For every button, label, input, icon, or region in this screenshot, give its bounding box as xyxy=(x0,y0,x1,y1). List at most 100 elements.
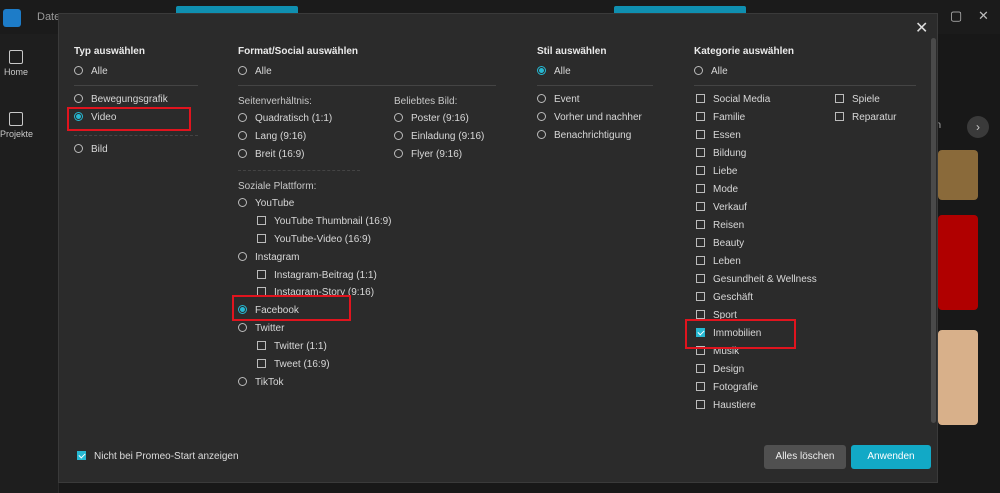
category-social-media[interactable]: Social Media xyxy=(696,93,770,107)
option-label: Bild xyxy=(91,144,108,155)
platform-sub-instagram-post[interactable]: Instagram-Beitrag (1:1) xyxy=(257,269,377,283)
category-sale[interactable]: Verkauf xyxy=(696,201,747,215)
category-food[interactable]: Essen xyxy=(696,129,741,143)
option-label: Social Media xyxy=(713,94,771,105)
radio-icon xyxy=(694,65,703,75)
aspect-option-tall[interactable]: Lang (9:16) xyxy=(238,130,306,144)
option-label: Design xyxy=(713,364,745,375)
popular-option-flyer[interactable]: Flyer (9:16) xyxy=(394,148,462,162)
category-pets[interactable]: Haustiere xyxy=(696,399,756,413)
radio-icon xyxy=(238,251,247,261)
radio-icon xyxy=(238,130,247,140)
category-travel[interactable]: Reisen xyxy=(696,219,744,233)
category-life[interactable]: Leben xyxy=(696,255,741,269)
scrollbar[interactable] xyxy=(931,38,936,423)
platform-sub-youtube-video[interactable]: YouTube-Video (16:9) xyxy=(257,233,371,247)
platform-sub-youtube-thumbnail[interactable]: YouTube Thumbnail (16:9) xyxy=(257,215,392,229)
type-option-image[interactable]: Bild xyxy=(74,143,108,157)
category-photography[interactable]: Fotografie xyxy=(696,381,758,395)
option-label: Verkauf xyxy=(713,202,747,213)
aspect-ratio-title: Seitenverhältnis: xyxy=(238,96,312,107)
close-icon[interactable]: ✕ xyxy=(915,21,928,37)
checkbox-icon xyxy=(696,147,705,157)
checkbox-icon xyxy=(696,111,705,121)
option-label: Alle xyxy=(554,66,571,77)
category-beauty[interactable]: Beauty xyxy=(696,237,744,251)
category-health[interactable]: Gesundheit & Wellness xyxy=(696,273,817,287)
platform-option-tiktok[interactable]: TikTok xyxy=(238,376,284,390)
option-label: Alle xyxy=(711,66,728,77)
platform-option-twitter[interactable]: Twitter xyxy=(238,322,284,336)
close-window-icon[interactable]: ✕ xyxy=(978,8,989,24)
aspect-option-square[interactable]: Quadratisch (1:1) xyxy=(238,112,332,126)
divider xyxy=(74,135,198,136)
format-option-all[interactable]: Alle xyxy=(238,65,272,79)
option-label: Instagram xyxy=(255,252,300,263)
radio-icon xyxy=(238,148,247,158)
divider xyxy=(694,85,916,86)
option-label: Haustiere xyxy=(713,400,756,411)
option-label: Bildung xyxy=(713,148,747,159)
platform-sub-tweet[interactable]: Tweet (16:9) xyxy=(257,358,330,372)
option-label: Twitter xyxy=(255,323,285,334)
category-business[interactable]: Geschäft xyxy=(696,291,753,305)
sidebar: Home Projekte xyxy=(0,34,59,493)
popular-option-poster[interactable]: Poster (9:16) xyxy=(394,112,469,126)
style-option-all[interactable]: Alle xyxy=(537,65,571,79)
style-option-event[interactable]: Event xyxy=(537,93,580,107)
option-label: Mode xyxy=(713,184,739,195)
startup-checkbox[interactable]: Nicht bei Promeo-Start anzeigen xyxy=(77,450,239,462)
apply-button[interactable]: Anwenden xyxy=(851,445,931,469)
radio-icon xyxy=(238,112,247,122)
checkbox-icon xyxy=(696,165,705,175)
category-repair[interactable]: Reparatur xyxy=(835,111,896,125)
type-option-all[interactable]: Alle xyxy=(74,65,108,79)
startup-checkbox-label: Nicht bei Promeo-Start anzeigen xyxy=(94,451,239,462)
option-label: Geschäft xyxy=(713,292,754,303)
radio-icon xyxy=(537,129,546,139)
aspect-option-wide[interactable]: Breit (16:9) xyxy=(238,148,304,162)
option-label: Leben xyxy=(713,256,741,267)
style-option-notification[interactable]: Benachrichtigung xyxy=(537,129,631,143)
category-fashion[interactable]: Mode xyxy=(696,183,738,197)
popular-option-invitation[interactable]: Einladung (9:16) xyxy=(394,130,484,144)
category-design[interactable]: Design xyxy=(696,363,744,377)
checkbox-icon xyxy=(696,291,705,301)
category-games[interactable]: Spiele xyxy=(835,93,880,107)
platform-option-instagram[interactable]: Instagram xyxy=(238,251,299,265)
home-icon xyxy=(9,50,23,64)
option-label: Beauty xyxy=(713,238,745,249)
divider xyxy=(537,85,653,86)
option-label: Essen xyxy=(713,130,741,141)
platform-option-youtube[interactable]: YouTube xyxy=(238,197,294,211)
clear-all-button[interactable]: Alles löschen xyxy=(764,445,846,469)
radio-icon xyxy=(394,148,403,158)
checkbox-icon xyxy=(696,183,705,193)
option-label: Bewegungsgrafik xyxy=(91,94,168,105)
style-option-before-after[interactable]: Vorher und nachher xyxy=(537,111,642,125)
checkbox-icon xyxy=(257,340,266,350)
option-label: Reparatur xyxy=(852,112,897,123)
option-label: Flyer (9:16) xyxy=(411,149,463,160)
category-education[interactable]: Bildung xyxy=(696,147,746,161)
checkbox-icon xyxy=(696,201,705,211)
maximize-icon[interactable]: ▢ xyxy=(950,8,962,24)
template-thumbnail[interactable] xyxy=(938,150,978,200)
checkbox-icon xyxy=(696,399,705,409)
sidebar-item-label: Projekte xyxy=(0,129,34,139)
type-option-motion[interactable]: Bewegungsgrafik xyxy=(74,93,168,107)
category-family[interactable]: Familie xyxy=(696,111,745,125)
category-love[interactable]: Liebe xyxy=(696,165,737,179)
template-thumbnail[interactable] xyxy=(938,330,978,425)
option-label: Benachrichtigung xyxy=(554,130,632,141)
template-thumbnail[interactable] xyxy=(938,215,978,310)
sidebar-item-home[interactable]: Home xyxy=(0,50,32,77)
chevron-right-icon[interactable]: › xyxy=(967,116,989,138)
radio-icon xyxy=(74,143,83,153)
sidebar-item-projects[interactable]: Projekte xyxy=(0,112,34,139)
platform-sub-twitter-square[interactable]: Twitter (1:1) xyxy=(257,340,327,354)
checkbox-icon xyxy=(696,273,705,283)
category-option-all[interactable]: Alle xyxy=(694,65,728,79)
checkbox-icon xyxy=(696,381,705,391)
checkbox-checked-icon xyxy=(77,450,86,460)
